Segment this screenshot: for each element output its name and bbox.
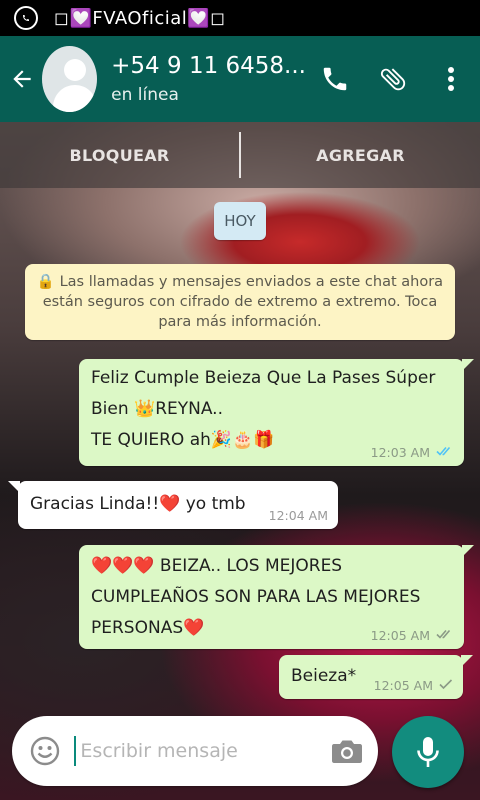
message-time: 12:04 AM bbox=[268, 508, 328, 523]
contact-status: en línea bbox=[111, 85, 179, 105]
message-time: 12:05 AM bbox=[370, 628, 430, 643]
message-line: Bien 👑REYNA.. bbox=[91, 399, 223, 419]
whatsapp-icon bbox=[14, 6, 38, 30]
back-arrow-icon[interactable] bbox=[4, 57, 40, 101]
message-composer bbox=[12, 716, 378, 786]
attach-icon[interactable] bbox=[364, 51, 422, 107]
contact-info[interactable]: +54 9 11 6458... en línea bbox=[111, 53, 306, 105]
contact-avatar[interactable] bbox=[42, 46, 98, 112]
message-line: Feliz Cumple Beieza Que La Pases Súper bbox=[91, 368, 436, 388]
double-check-read-icon bbox=[436, 445, 454, 460]
message-time: 12:03 AM bbox=[370, 445, 430, 460]
add-contact-button[interactable]: AGREGAR bbox=[241, 146, 480, 165]
message-bubble[interactable]: Beieza* 12:05 AM bbox=[279, 655, 473, 699]
contact-name: +54 9 11 6458... bbox=[111, 53, 306, 79]
message-input[interactable] bbox=[80, 740, 324, 762]
camera-icon[interactable] bbox=[323, 723, 370, 779]
status-bar: ◻💟FVAOficial💟◻ bbox=[0, 0, 480, 36]
message-bubble[interactable]: ❤️❤️❤️ BEIZA.. LOS MEJORES CUMPLEAÑOS SO… bbox=[79, 545, 474, 649]
phone-icon[interactable] bbox=[306, 51, 364, 107]
chat-header: +54 9 11 6458... en línea bbox=[0, 36, 480, 122]
double-check-icon bbox=[436, 628, 454, 643]
text-cursor bbox=[73, 736, 77, 766]
microphone-icon bbox=[417, 737, 439, 767]
block-button[interactable]: BLOQUEAR bbox=[0, 146, 239, 165]
encryption-notice[interactable]: 🔒 Las llamadas y mensajes enviados a est… bbox=[25, 264, 455, 340]
microphone-button[interactable] bbox=[392, 716, 464, 788]
check-icon bbox=[439, 678, 453, 693]
message-bubble[interactable]: Feliz Cumple Beieza Que La Pases Súper B… bbox=[79, 359, 474, 466]
emoji-icon[interactable] bbox=[20, 721, 70, 781]
date-chip: HOY bbox=[214, 202, 266, 240]
message-line: CUMPLEAÑOS SON PARA LAS MEJORES bbox=[91, 587, 421, 607]
message-bubble[interactable]: Gracias Linda!!❤️ yo tmb 12:04 AM bbox=[8, 481, 338, 529]
message-time: 12:05 AM bbox=[373, 678, 433, 693]
more-vert-icon[interactable] bbox=[422, 51, 480, 107]
notification-title: ◻💟FVAOficial💟◻ bbox=[54, 7, 226, 29]
unknown-contact-actions: BLOQUEAR AGREGAR bbox=[0, 122, 480, 188]
message-line: ❤️❤️❤️ BEIZA.. LOS MEJORES bbox=[91, 556, 343, 576]
